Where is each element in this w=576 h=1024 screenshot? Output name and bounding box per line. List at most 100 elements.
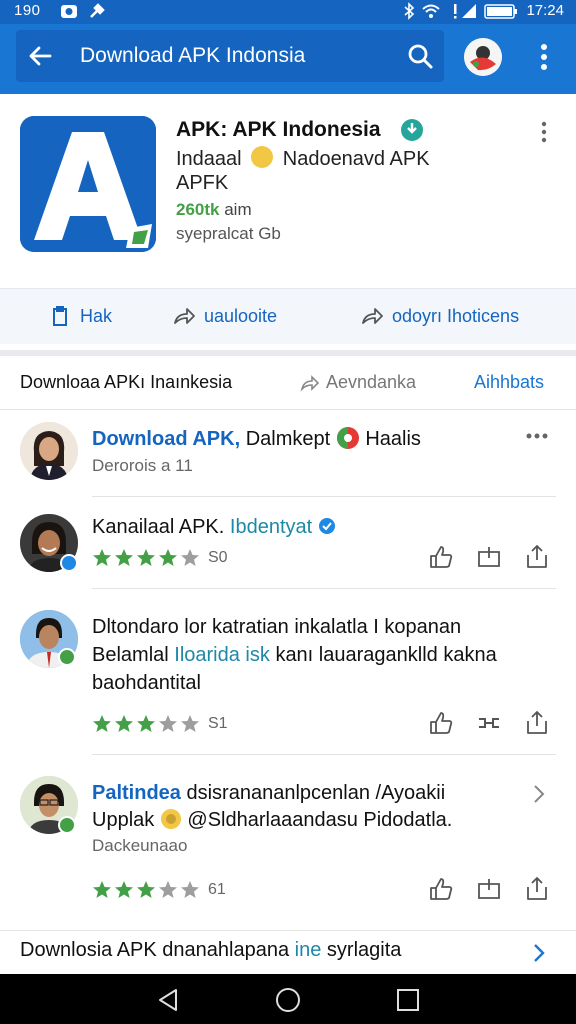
verified-badge-icon xyxy=(60,554,78,572)
review-item[interactable]: Kanailaal APK. Ibdentyat S0 xyxy=(0,498,576,590)
review-item[interactable]: Dltondaro lor katratian inkalatla I kopa… xyxy=(0,590,576,756)
nav-home-icon[interactable] xyxy=(275,987,301,1013)
search-box[interactable]: Download APK Indonsia xyxy=(16,30,444,82)
app-card-more-icon[interactable] xyxy=(536,120,552,144)
star-filled-icon xyxy=(93,549,111,566)
star-filled-icon xyxy=(159,549,177,566)
review-divider xyxy=(92,588,556,589)
review-author: Paltindea xyxy=(92,782,181,804)
reviews-link[interactable]: Aihhbats xyxy=(474,372,544,393)
battery-icon xyxy=(484,4,517,19)
developer-line[interactable]: Indaaal Nadoenavd APK xyxy=(176,146,430,171)
share-review-icon[interactable] xyxy=(524,544,550,570)
signal-icon xyxy=(462,4,476,18)
review-text: Kanailaal APK. Ibdentyat xyxy=(92,516,336,539)
thumbs-up-icon[interactable] xyxy=(428,544,454,570)
review-text-part: Kanailaal APK. xyxy=(92,516,225,538)
forward-icon xyxy=(362,308,383,324)
more-link-row[interactable]: Downlosia APK dnanahlapana ine syrlagita xyxy=(0,930,576,974)
search-query[interactable]: Download APK Indonsia xyxy=(80,44,305,68)
action-row: Hak uaulooite odoyrı Ihoticens xyxy=(0,288,576,344)
thumbs-up-icon[interactable] xyxy=(428,710,454,736)
more-link-part: syrlagita xyxy=(326,939,402,961)
star-filled-icon xyxy=(115,881,133,898)
review-meta: Derorois a 11 xyxy=(92,456,193,475)
status-time-left: 190 xyxy=(14,2,41,19)
app-category: APFK xyxy=(176,172,229,194)
search-icon[interactable] xyxy=(406,42,434,70)
reviews-title: Downloaa APKı Inaınkesia xyxy=(20,372,233,392)
review-line-2: Belamlal Iloarida isk kanı lauaraganklld… xyxy=(92,644,497,667)
reply-icon[interactable] xyxy=(476,544,502,570)
action-share-button[interactable]: uaulooite xyxy=(172,301,277,331)
account-avatar[interactable] xyxy=(464,38,502,76)
camera-notification-icon xyxy=(61,5,77,18)
status-bar: 190 17:24 xyxy=(0,0,576,24)
star-empty-icon xyxy=(159,881,177,898)
verified-badge-icon xyxy=(58,816,76,834)
chevron-right-icon[interactable] xyxy=(532,784,546,804)
review-author: Download APK, xyxy=(92,428,241,450)
verified-icon xyxy=(401,119,423,141)
account-avatar-icon xyxy=(464,38,502,76)
app-stat-value: 260tk xyxy=(176,200,220,219)
tools-notification-icon xyxy=(90,3,105,18)
review-text-highlight: Ibdentyat xyxy=(229,516,313,538)
chevron-right-icon[interactable] xyxy=(532,943,546,963)
review-item[interactable]: Download APK, Dalmkept Haalis Derorois a… xyxy=(0,410,576,498)
nav-recents-icon[interactable] xyxy=(395,987,421,1013)
app-logo-icon xyxy=(20,116,156,252)
bluetooth-icon xyxy=(404,2,415,20)
more-link-highlight: ine xyxy=(294,939,322,961)
review-text-highlight: Iloarida isk xyxy=(174,644,270,666)
overflow-menu-icon[interactable] xyxy=(530,40,558,74)
share-review-icon[interactable] xyxy=(524,876,550,902)
review-text-part: Haalis xyxy=(365,428,421,450)
share-review-icon[interactable] xyxy=(524,710,550,736)
more-link-part: Downlosia APK dnanahlapana xyxy=(20,939,290,961)
review-divider xyxy=(92,496,556,497)
reviewer-photo xyxy=(20,422,78,480)
star-filled-icon xyxy=(115,549,133,566)
review-line-3: baohdantital xyxy=(92,672,201,694)
review-item[interactable]: Paltindea dsisranananlpcenlan /Ayoakii U… xyxy=(0,756,576,930)
reviewer-avatar[interactable] xyxy=(20,422,78,480)
reply-icon[interactable] xyxy=(476,876,502,902)
rating-stars: S0 xyxy=(92,548,228,568)
review-text: Download APK, Dalmkept Haalis xyxy=(92,426,421,451)
review-line-1: Dltondaro lor katratian inkalatla I kopa… xyxy=(92,616,462,638)
star-filled-icon xyxy=(137,715,155,732)
wifi-icon xyxy=(422,4,440,18)
link-icon[interactable] xyxy=(476,710,502,736)
action-label: odoyrı Ihoticens xyxy=(392,305,520,326)
review-text-part: Upplak xyxy=(92,809,155,831)
app-stat: 260tk aim xyxy=(176,200,252,220)
rating-stars: 61 xyxy=(92,880,226,900)
sort-button[interactable]: Aevndanka xyxy=(300,372,416,393)
review-actions xyxy=(428,876,550,902)
review-more-icon[interactable] xyxy=(526,432,548,440)
star-filled-icon xyxy=(137,881,155,898)
review-text-part: Belamlal xyxy=(92,644,169,666)
check-badge-icon xyxy=(318,518,335,534)
action-hak-button[interactable]: Hak xyxy=(48,301,112,331)
back-arrow-icon[interactable] xyxy=(26,42,54,70)
star-empty-icon xyxy=(181,881,199,898)
star-filled-icon xyxy=(115,715,133,732)
app-icon[interactable] xyxy=(20,116,156,252)
star-empty-icon xyxy=(181,715,199,732)
star-filled-icon xyxy=(93,715,111,732)
sort-label: Aevndanka xyxy=(326,372,417,392)
app-size: syepralcat Gb xyxy=(176,224,281,243)
thumbs-up-icon[interactable] xyxy=(428,876,454,902)
share-icon xyxy=(174,308,195,324)
app-bar: Download APK Indonsia xyxy=(0,24,576,94)
action-label: Hak xyxy=(80,305,113,326)
medal-icon xyxy=(160,809,181,829)
status-time-right: 17:24 xyxy=(526,2,564,19)
nav-back-icon[interactable] xyxy=(156,987,182,1013)
developer-name-b: Nadoenavd APK xyxy=(282,148,430,170)
review-text-part: kanı lauaraganklld kakna xyxy=(275,644,497,666)
system-nav-bar xyxy=(0,974,576,1024)
action-forward-button[interactable]: odoyrı Ihoticens xyxy=(360,301,519,331)
